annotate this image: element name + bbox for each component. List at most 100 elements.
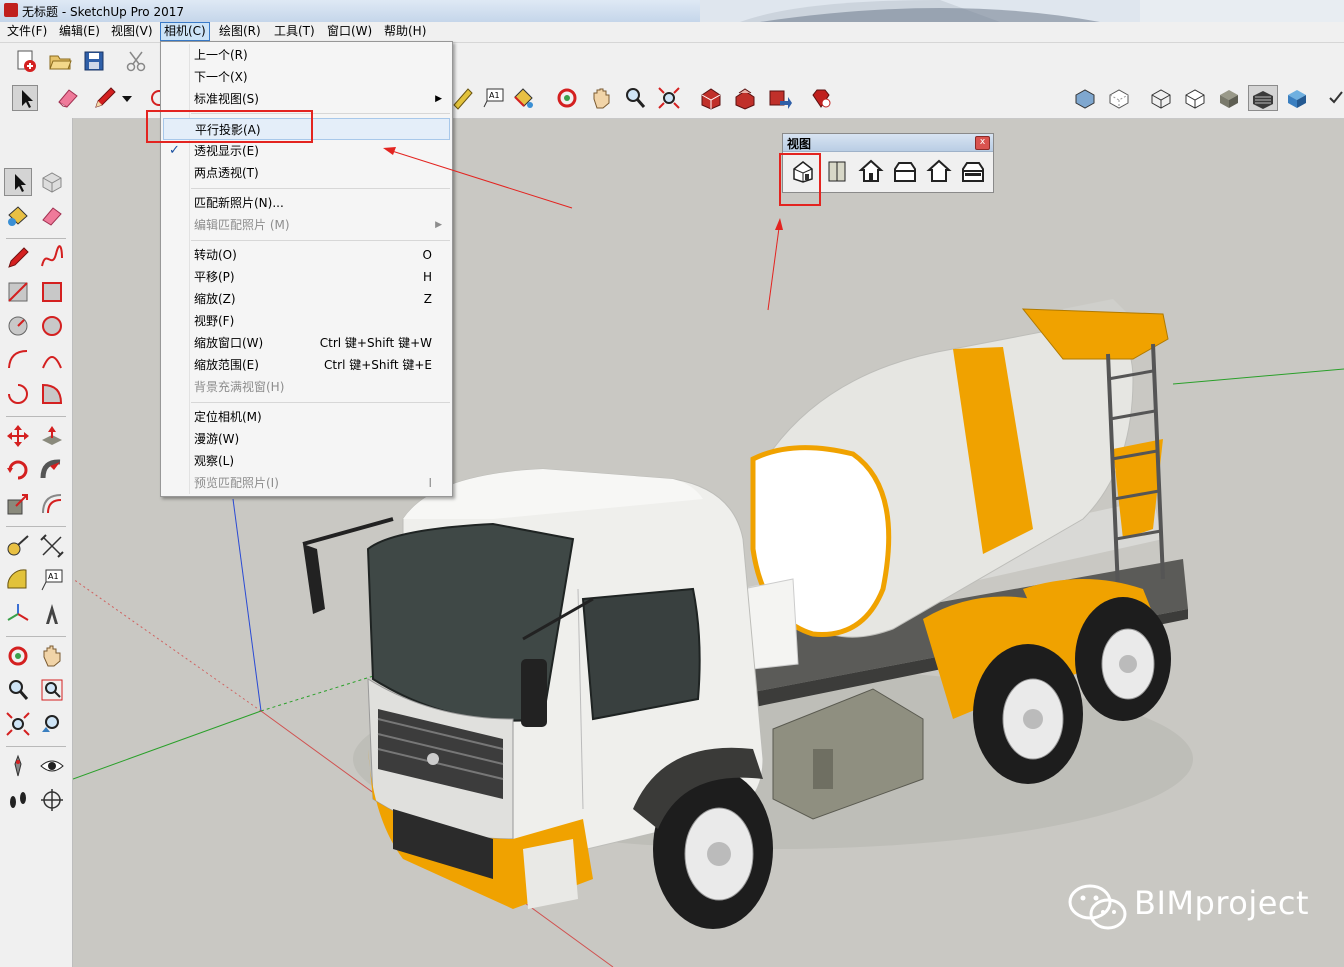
open-file-button[interactable] — [47, 48, 73, 74]
lt-eraser-button[interactable] — [38, 202, 66, 230]
lt-rotated-rectangle-button[interactable] — [38, 278, 66, 306]
menu-item-match-new-photo[interactable]: 匹配新照片(N)... — [161, 192, 452, 214]
menu-view[interactable]: 视图(V) — [108, 23, 156, 40]
lt-text-button[interactable]: A1 — [38, 566, 66, 594]
arrow-cursor-icon — [22, 90, 33, 108]
menu-item-previous[interactable]: 上一个(R) — [161, 44, 452, 66]
menu-item-zoom[interactable]: 缩放(Z) Z — [161, 288, 452, 310]
back-view-button[interactable] — [925, 157, 953, 185]
menu-item-standard-views[interactable]: 标准视图(S) ▶ — [161, 88, 452, 110]
right-view-button[interactable] — [891, 157, 919, 185]
ruby-console-button[interactable] — [808, 85, 834, 111]
lt-position-camera-button[interactable] — [4, 752, 32, 780]
lt-2point-arc-button[interactable] — [38, 346, 66, 374]
extension-warehouse-button[interactable] — [766, 85, 792, 111]
left-view-button[interactable] — [959, 157, 987, 185]
menu-item-field-of-view[interactable]: 视野(F) — [161, 310, 452, 332]
zoom-button[interactable] — [622, 85, 648, 111]
lt-arc-button[interactable] — [4, 346, 32, 374]
line-tool-dropdown[interactable] — [119, 85, 135, 111]
lt-pie-button[interactable] — [38, 380, 66, 408]
menu-item-zoom-extents[interactable]: 缩放范围(E) Ctrl 键+Shift 键+E — [161, 354, 452, 376]
menu-item-next[interactable]: 下一个(X) — [161, 66, 452, 88]
lt-3point-arc-button[interactable] — [4, 380, 32, 408]
lt-offset-button[interactable] — [38, 490, 66, 518]
checkmark-button-partial[interactable] — [1326, 85, 1344, 111]
save-button[interactable] — [81, 48, 107, 74]
dimension-icon — [40, 534, 64, 558]
shape-tool-button-partial[interactable] — [146, 85, 167, 111]
orbit-button[interactable] — [554, 85, 580, 111]
lt-axes-button[interactable] — [4, 600, 32, 628]
lt-tape-measure-button[interactable] — [4, 532, 32, 560]
menu-item-walk[interactable]: 漫游(W) — [161, 428, 452, 450]
menu-tools[interactable]: 工具(T) — [271, 23, 318, 40]
lt-walk-button[interactable] — [4, 786, 32, 814]
protractor-tool-button[interactable] — [450, 85, 476, 111]
lt-previous-view-button[interactable] — [38, 710, 66, 738]
lt-follow-me-button[interactable] — [38, 456, 66, 484]
top-view-button[interactable] — [823, 157, 851, 185]
line-tool-button[interactable] — [92, 85, 118, 111]
shaded-style-button[interactable] — [1216, 85, 1242, 111]
lt-line-button[interactable] — [4, 244, 32, 272]
lt-polygon-button[interactable] — [38, 312, 66, 340]
lt-move-button[interactable] — [4, 422, 32, 450]
new-file-button[interactable] — [13, 48, 39, 74]
share-model-button[interactable] — [732, 85, 758, 111]
lt-section-plane-button[interactable] — [38, 786, 66, 814]
close-icon[interactable]: x — [975, 136, 990, 150]
share-model-icon — [735, 88, 755, 110]
lt-zoom-button[interactable] — [4, 676, 32, 704]
lt-3d-text-button[interactable] — [38, 600, 66, 628]
pan-button[interactable] — [588, 85, 614, 111]
hidden-line-style-button[interactable] — [1182, 85, 1208, 111]
front-view-button[interactable] — [857, 157, 885, 185]
lt-rectangle-button[interactable] — [4, 278, 32, 306]
lt-zoom-extents-button[interactable] — [4, 710, 32, 738]
menu-edit[interactable]: 编辑(E) — [56, 23, 103, 40]
select-tool-button[interactable] — [12, 85, 38, 111]
lt-push-pull-button[interactable] — [38, 422, 66, 450]
menu-item-orbit[interactable]: 转动(O) O — [161, 244, 452, 266]
menu-file[interactable]: 文件(F) — [4, 23, 50, 40]
menu-camera[interactable]: 相机(C) — [160, 22, 210, 41]
iso-view-style-button[interactable] — [1072, 85, 1098, 111]
lt-freehand-button[interactable] — [38, 244, 66, 272]
lt-scale-button[interactable] — [4, 490, 32, 518]
lt-paint-bucket-button[interactable] — [4, 202, 32, 230]
cut-button[interactable] — [123, 48, 149, 74]
lt-protractor-button[interactable] — [4, 566, 32, 594]
back-edges-style-button[interactable] — [1106, 85, 1132, 111]
menu-item-position-camera[interactable]: 定位相机(M) — [161, 406, 452, 428]
menu-item-perspective[interactable]: ✓ 透视显示(E) — [161, 140, 452, 162]
lt-rotate-button[interactable] — [4, 456, 32, 484]
lt-look-around-button[interactable] — [38, 752, 66, 780]
views-toolbar-titlebar[interactable]: 视图 x — [783, 134, 993, 152]
menu-item-two-point-perspective[interactable]: 两点透视(T) — [161, 162, 452, 184]
menu-item-zoom-window[interactable]: 缩放窗口(W) Ctrl 键+Shift 键+W — [161, 332, 452, 354]
wireframe-style-button[interactable] — [1148, 85, 1174, 111]
menu-draw[interactable]: 绘图(R) — [216, 23, 264, 40]
zoom-extents-button[interactable] — [656, 85, 682, 111]
lt-select-button[interactable] — [4, 168, 32, 196]
submenu-arrow-icon: ▶ — [435, 94, 442, 104]
menu-item-pan[interactable]: 平移(P) H — [161, 266, 452, 288]
warehouse-button[interactable] — [698, 85, 724, 111]
paint-bucket-button[interactable] — [510, 85, 536, 111]
menu-separator — [191, 402, 450, 403]
menu-help[interactable]: 帮助(H) — [381, 23, 429, 40]
lt-dimension-button[interactable] — [38, 532, 66, 560]
menu-item-look-around[interactable]: 观察(L) — [161, 450, 452, 472]
lt-orbit-button[interactable] — [4, 642, 32, 670]
eraser-tool-button[interactable] — [55, 85, 81, 111]
shaded-textures-style-button[interactable] — [1248, 85, 1278, 111]
menu-window[interactable]: 窗口(W) — [324, 23, 375, 40]
lt-circle-button[interactable] — [4, 312, 32, 340]
text-tool-button[interactable]: A1 — [481, 85, 507, 111]
lt-pan-button[interactable] — [38, 642, 66, 670]
paint-bucket-icon — [8, 206, 28, 226]
lt-zoom-window-button[interactable] — [38, 676, 66, 704]
lt-make-component-button[interactable] — [38, 168, 66, 196]
monochrome-style-button[interactable] — [1284, 85, 1310, 111]
